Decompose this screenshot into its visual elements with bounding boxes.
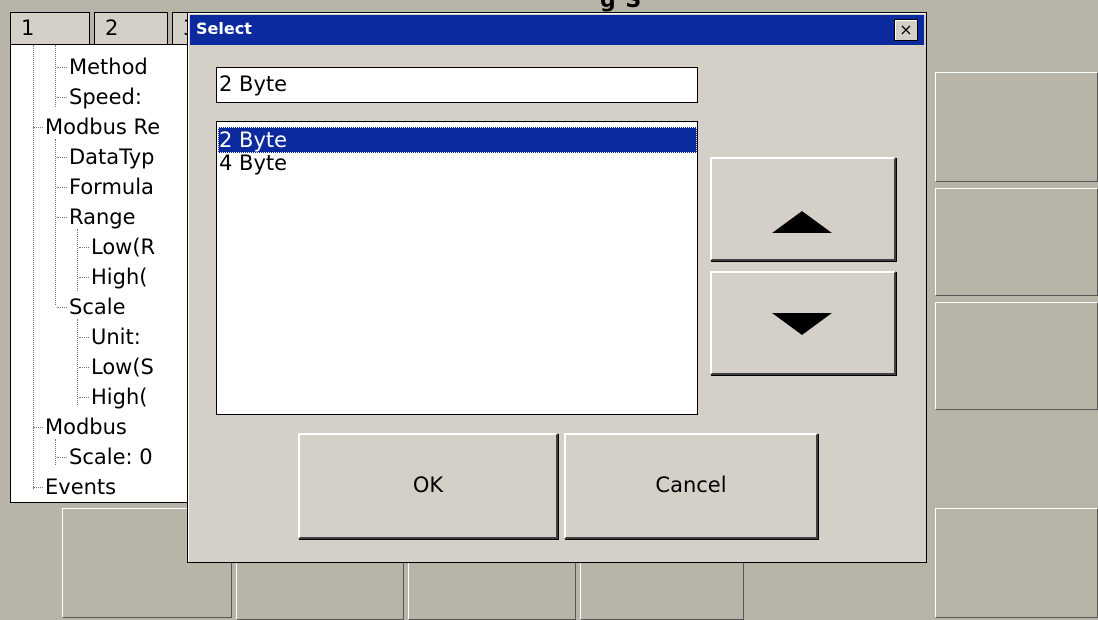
option-4-byte[interactable]: 4 Byte [218, 150, 697, 176]
dialog-title: Select [196, 19, 252, 38]
selected-value-field[interactable]: 2 Byte [216, 67, 698, 103]
side-button-3[interactable] [935, 302, 1098, 410]
dialog-titlebar[interactable]: Select × [190, 15, 924, 45]
tree-item-events[interactable]: Events [32, 475, 116, 499]
ok-button[interactable]: OK [298, 433, 558, 539]
triangle-down-icon [772, 313, 832, 335]
scroll-up-button[interactable] [710, 157, 896, 261]
tree-item-scale-value[interactable]: Scale: 0 [57, 445, 153, 469]
tree-item-range-high[interactable]: High( [78, 265, 147, 289]
tree-item-formula[interactable]: Formula [57, 175, 154, 199]
scroll-down-button[interactable] [710, 271, 896, 375]
tree-item-scale-high[interactable]: High( [78, 385, 147, 409]
tree-item-datatype[interactable]: DataTyp [56, 145, 154, 169]
tree-item-unit[interactable]: Unit: [79, 325, 141, 349]
tree-item-modbus[interactable]: Modbus [33, 415, 127, 439]
side-button-1[interactable] [935, 72, 1098, 182]
bottom-button-4[interactable] [580, 560, 744, 620]
side-button-4[interactable] [935, 508, 1098, 618]
bottom-button-3[interactable] [408, 560, 576, 620]
side-button-2[interactable] [935, 188, 1098, 296]
tab-1[interactable]: 1 [10, 12, 90, 44]
tree-item-method[interactable]: Method [57, 55, 148, 79]
tree-item-scale[interactable]: Scale [57, 295, 126, 319]
close-button[interactable]: × [894, 19, 918, 41]
tree-item-range-low[interactable]: Low(R [78, 235, 155, 259]
tree-item-range[interactable]: Range [57, 205, 136, 229]
triangle-up-icon [772, 211, 832, 233]
tree-item-modbus-read[interactable]: Modbus Re [32, 115, 160, 139]
options-listbox[interactable]: 2 Byte 4 Byte [216, 121, 698, 415]
select-dialog: Select × 2 Byte 2 Byte 4 Byte OK Cancel [187, 12, 927, 563]
tree-item-speed[interactable]: Speed: [57, 85, 142, 109]
tab-2[interactable]: 2 [94, 12, 168, 44]
bottom-button-2[interactable] [236, 560, 404, 620]
tree-item-scale-low[interactable]: Low(S [79, 355, 154, 379]
cancel-button[interactable]: Cancel [564, 433, 818, 539]
close-icon: × [899, 20, 913, 39]
